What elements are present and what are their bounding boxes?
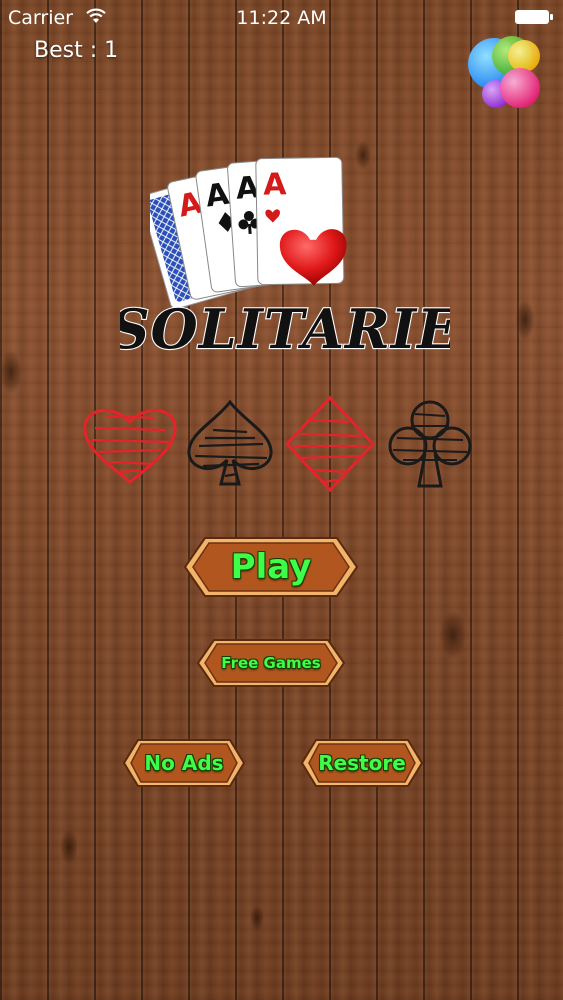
spade-suit-icon xyxy=(187,399,273,486)
battery-icon xyxy=(515,10,553,24)
playing-cards-illustration: A A A A xyxy=(150,156,347,308)
wood-knot xyxy=(440,610,466,660)
best-score: Best : 1 xyxy=(34,38,119,63)
restore-button[interactable]: Restore xyxy=(300,738,424,788)
club-suit-icon xyxy=(388,400,472,488)
free-games-button[interactable]: Free Games xyxy=(196,638,346,688)
card-suits-row xyxy=(83,395,472,493)
restore-button-label: Restore xyxy=(318,751,406,775)
diamond-suit-icon xyxy=(284,395,376,493)
status-bar: Carrier 11:22 AM xyxy=(0,0,563,36)
heart-suit-icon xyxy=(83,408,177,484)
play-button[interactable]: Play xyxy=(183,536,359,598)
no-ads-button[interactable]: No Ads xyxy=(122,738,246,788)
solitarie-logo: SOLITARIE xyxy=(120,296,450,362)
play-button-label: Play xyxy=(230,547,312,587)
wood-knot xyxy=(60,830,78,864)
status-time: 11:22 AM xyxy=(236,7,327,29)
game-center-icon[interactable] xyxy=(466,34,546,114)
logo-title: SOLITARIE xyxy=(120,297,450,361)
wood-knot xyxy=(0,350,22,394)
free-games-button-label: Free Games xyxy=(221,654,321,672)
card-letter: A xyxy=(263,167,288,202)
no-ads-button-label: No Ads xyxy=(144,751,224,775)
wood-knot xyxy=(515,300,535,340)
wood-knot xyxy=(250,905,264,931)
